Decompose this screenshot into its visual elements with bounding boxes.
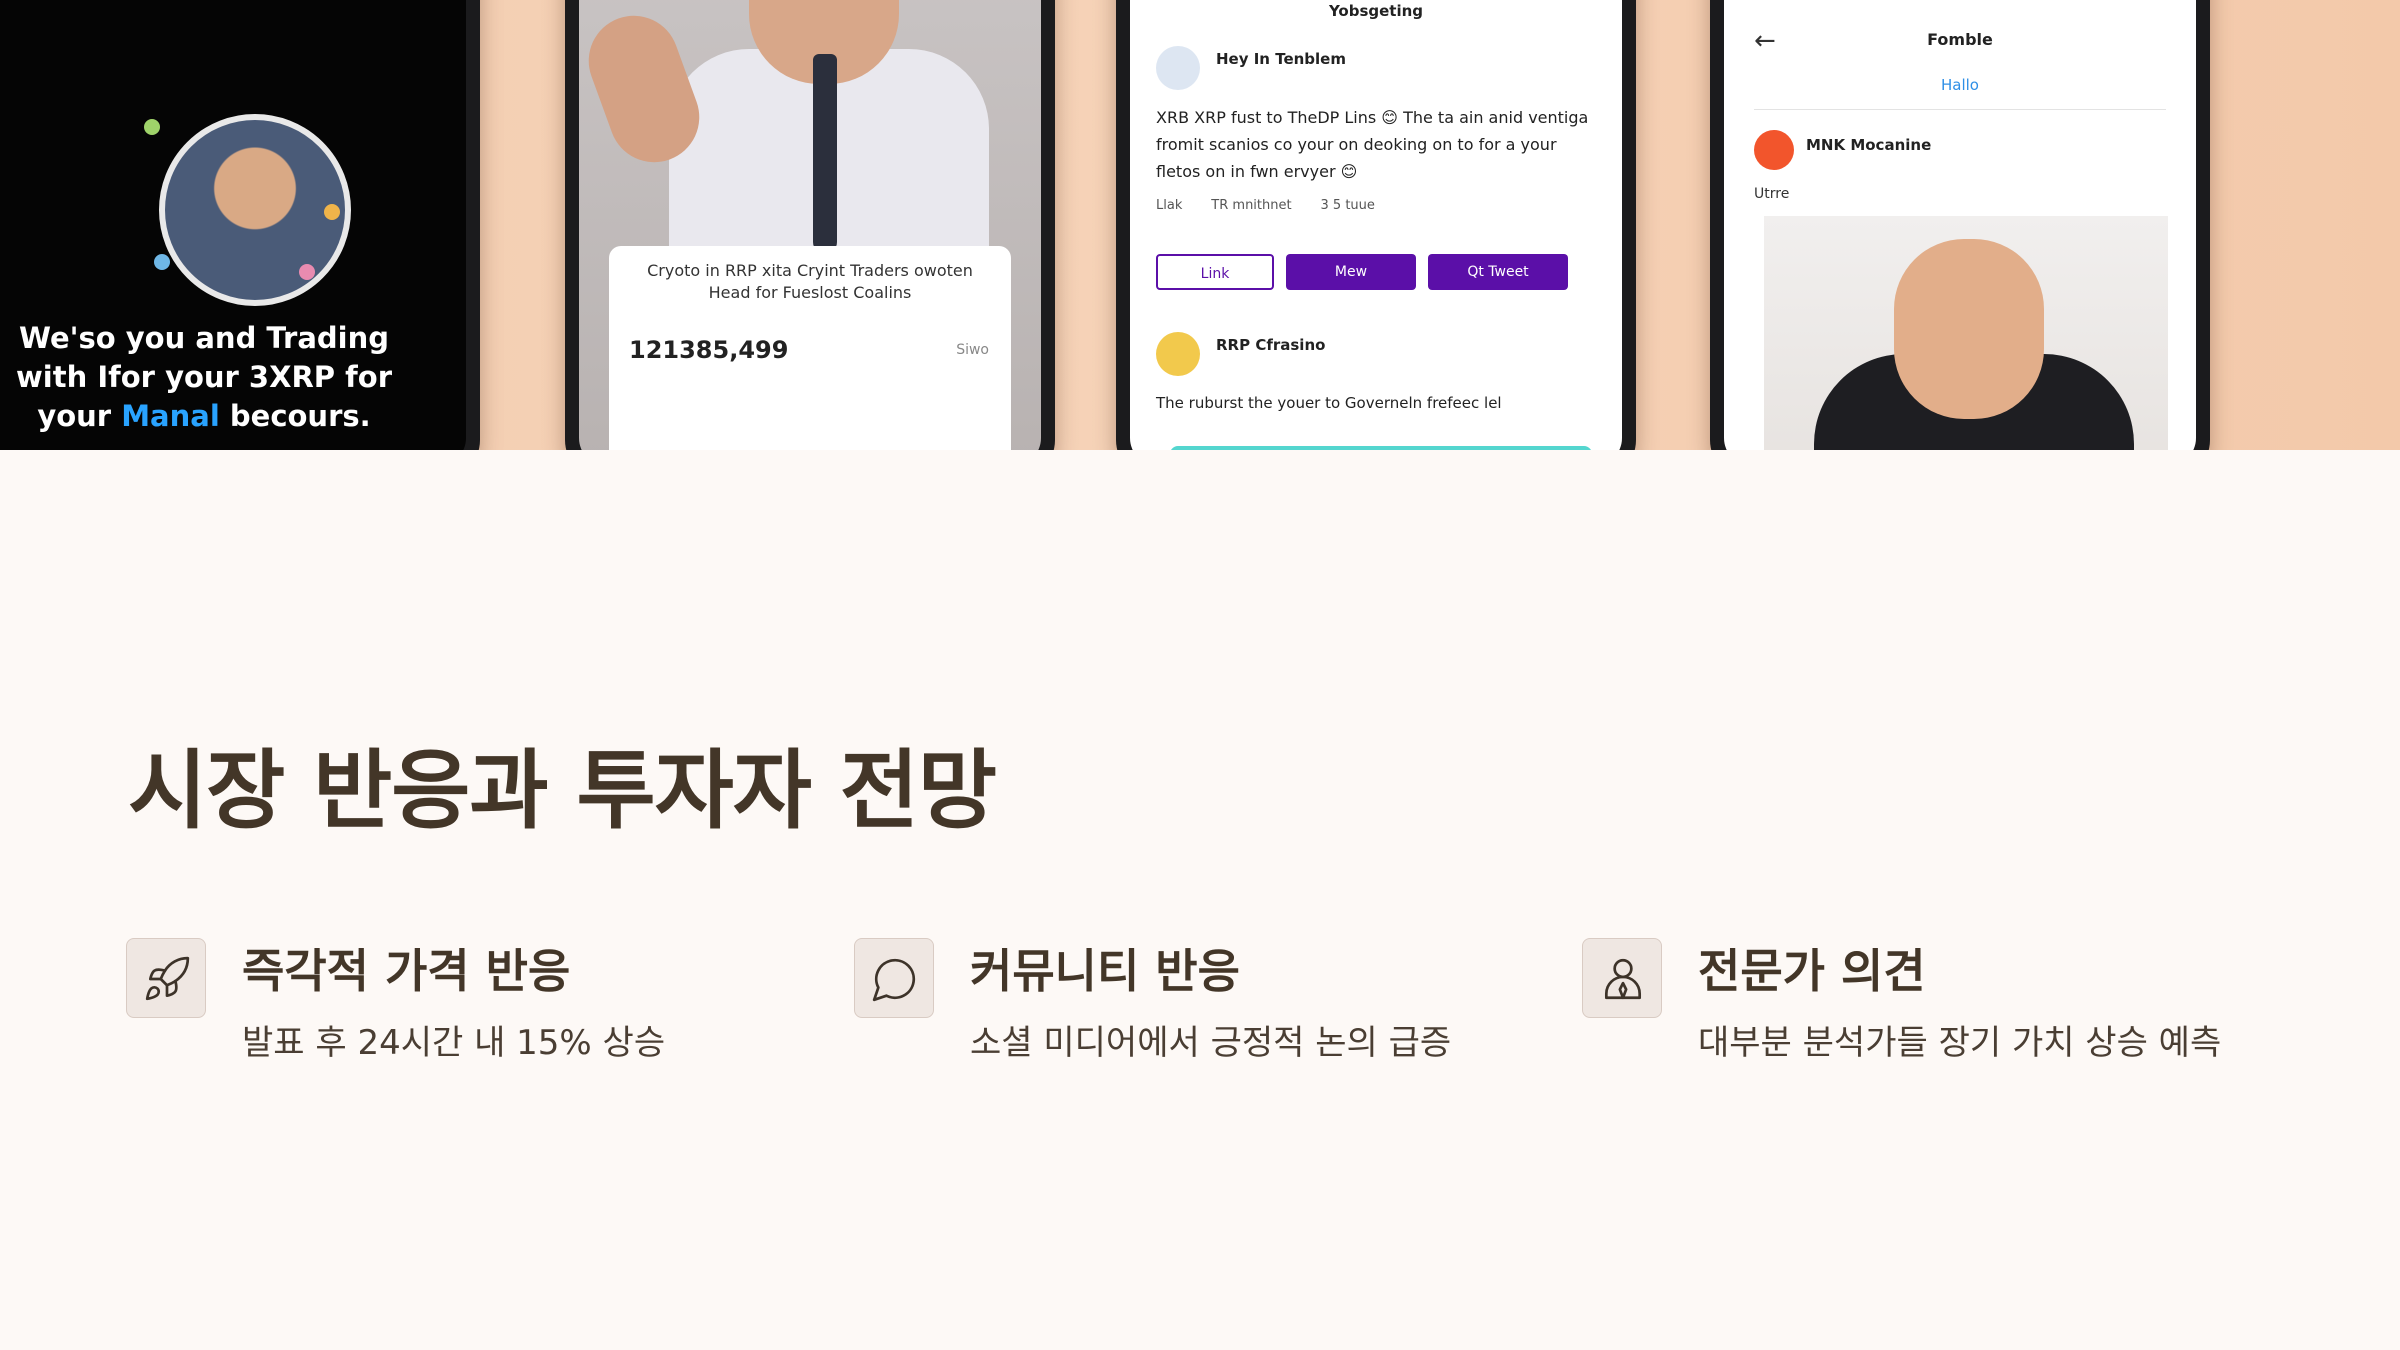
post-actions: Llak TR mnithnet 3 5 tuue xyxy=(1156,198,1596,213)
caption-line: your Manal becours. xyxy=(14,397,394,436)
profile-portrait xyxy=(159,114,351,306)
feature-heading: 전문가 의견 xyxy=(1698,944,1926,998)
feed-header: Yobsgeting xyxy=(1328,2,1424,20)
post-text: The ruburst the youer to Governeln frefe… xyxy=(1156,394,1502,412)
hero-image: We'so you and Trading with Ifor your 3XR… xyxy=(0,0,2400,450)
post-username: Hey In Tenblem xyxy=(1216,50,1346,68)
feature-description: 소셜 미디어에서 긍정적 논의 급증 xyxy=(970,1023,1452,1063)
user-avatar xyxy=(1754,130,1794,170)
feature-heading: 즉각적 가격 반응 xyxy=(242,944,571,998)
profile-header: Fomble xyxy=(1927,30,1993,49)
caption-line: with Ifor your 3XRP for xyxy=(16,360,392,394)
card-value: 121385,499 xyxy=(629,336,789,364)
caption-text: becours. xyxy=(219,399,371,433)
caption-text: your xyxy=(37,399,122,433)
feature-expert-opinion: 전문가 의견 대부분 분석가들 장기 가치 상승 예측 xyxy=(1582,935,2222,1075)
phone-mockup-3: Yobsgeting Hey In Tenblem XRB XRP fust t… xyxy=(1116,0,1636,450)
phone-mockup-4: ← Fomble Hallo MNK Mocanine Utrre xyxy=(1710,0,2210,450)
card-tag: Siwo xyxy=(956,342,989,358)
feature-description: 대부분 분석가들 장기 가치 상승 예측 xyxy=(1698,1023,2222,1063)
comment-action: TR mnithnet xyxy=(1211,198,1292,213)
expert-user-icon xyxy=(1582,938,1662,1018)
phone-mockup-1: We'so you and Trading with Ifor your 3XR… xyxy=(0,0,480,450)
man-tie xyxy=(813,54,837,254)
divider xyxy=(1754,109,2166,110)
decoration-dot xyxy=(144,119,160,135)
decoration-dot xyxy=(154,254,170,270)
caption-line: We'so you and Trading xyxy=(19,321,389,355)
phone1-caption: We'so you and Trading with Ifor your 3XR… xyxy=(14,319,394,436)
card-title: Cryoto in RRP xita Cryint Traders owoten… xyxy=(647,261,973,302)
link-button: Link xyxy=(1156,254,1274,290)
feature-heading: 커뮤니티 반응 xyxy=(970,944,1240,998)
speech-bubble-icon xyxy=(854,938,934,1018)
share-action: 3 5 tuue xyxy=(1320,198,1375,213)
phone-screen-2: Cryoto in RRP xita Cryint Traders owoten… xyxy=(579,0,1041,450)
post-text: XRB XRP fust to TheDP Lins 😊 The ta ain … xyxy=(1156,108,1589,181)
profile-subtitle: Hallo xyxy=(1941,76,1979,94)
phone-screen-1: We'so you and Trading with Ifor your 3XR… xyxy=(0,0,466,450)
caption-highlight: Manal xyxy=(121,399,220,433)
decoration-dot xyxy=(299,264,315,280)
feature-community-reaction: 커뮤니티 반응 소셜 미디어에서 긍정적 논의 급증 xyxy=(854,935,1494,1075)
post-username: MNK Mocanine xyxy=(1806,136,1932,154)
user-avatar xyxy=(1156,332,1200,376)
phone-screen-3: Yobsgeting Hey In Tenblem XRB XRP fust t… xyxy=(1130,0,1622,450)
decoration-dot xyxy=(324,204,340,220)
tweet-button: Qt Tweet xyxy=(1428,254,1568,290)
feature-description: 발표 후 24시간 내 15% 상승 xyxy=(242,1023,666,1063)
user-avatar xyxy=(1156,46,1200,90)
phone-mockup-2: Cryoto in RRP xita Cryint Traders owoten… xyxy=(565,0,1055,450)
teal-banner xyxy=(1170,446,1592,450)
man-face xyxy=(1894,239,2044,419)
post-meta: Utrre xyxy=(1754,186,1790,202)
slide-title: 시장 반응과 투자자 전망 xyxy=(128,741,997,841)
post-username: RRP Cfrasino xyxy=(1216,336,1326,354)
feature-price-reaction: 즉각적 가격 반응 발표 후 24시간 내 15% 상승 xyxy=(126,935,766,1075)
phone-screen-4: ← Fomble Hallo MNK Mocanine Utrre xyxy=(1724,0,2196,450)
view-button: Mew xyxy=(1286,254,1416,290)
like-action: Llak xyxy=(1156,198,1183,213)
price-card: Cryoto in RRP xita Cryint Traders owoten… xyxy=(609,246,1011,450)
rocket-icon xyxy=(126,938,206,1018)
